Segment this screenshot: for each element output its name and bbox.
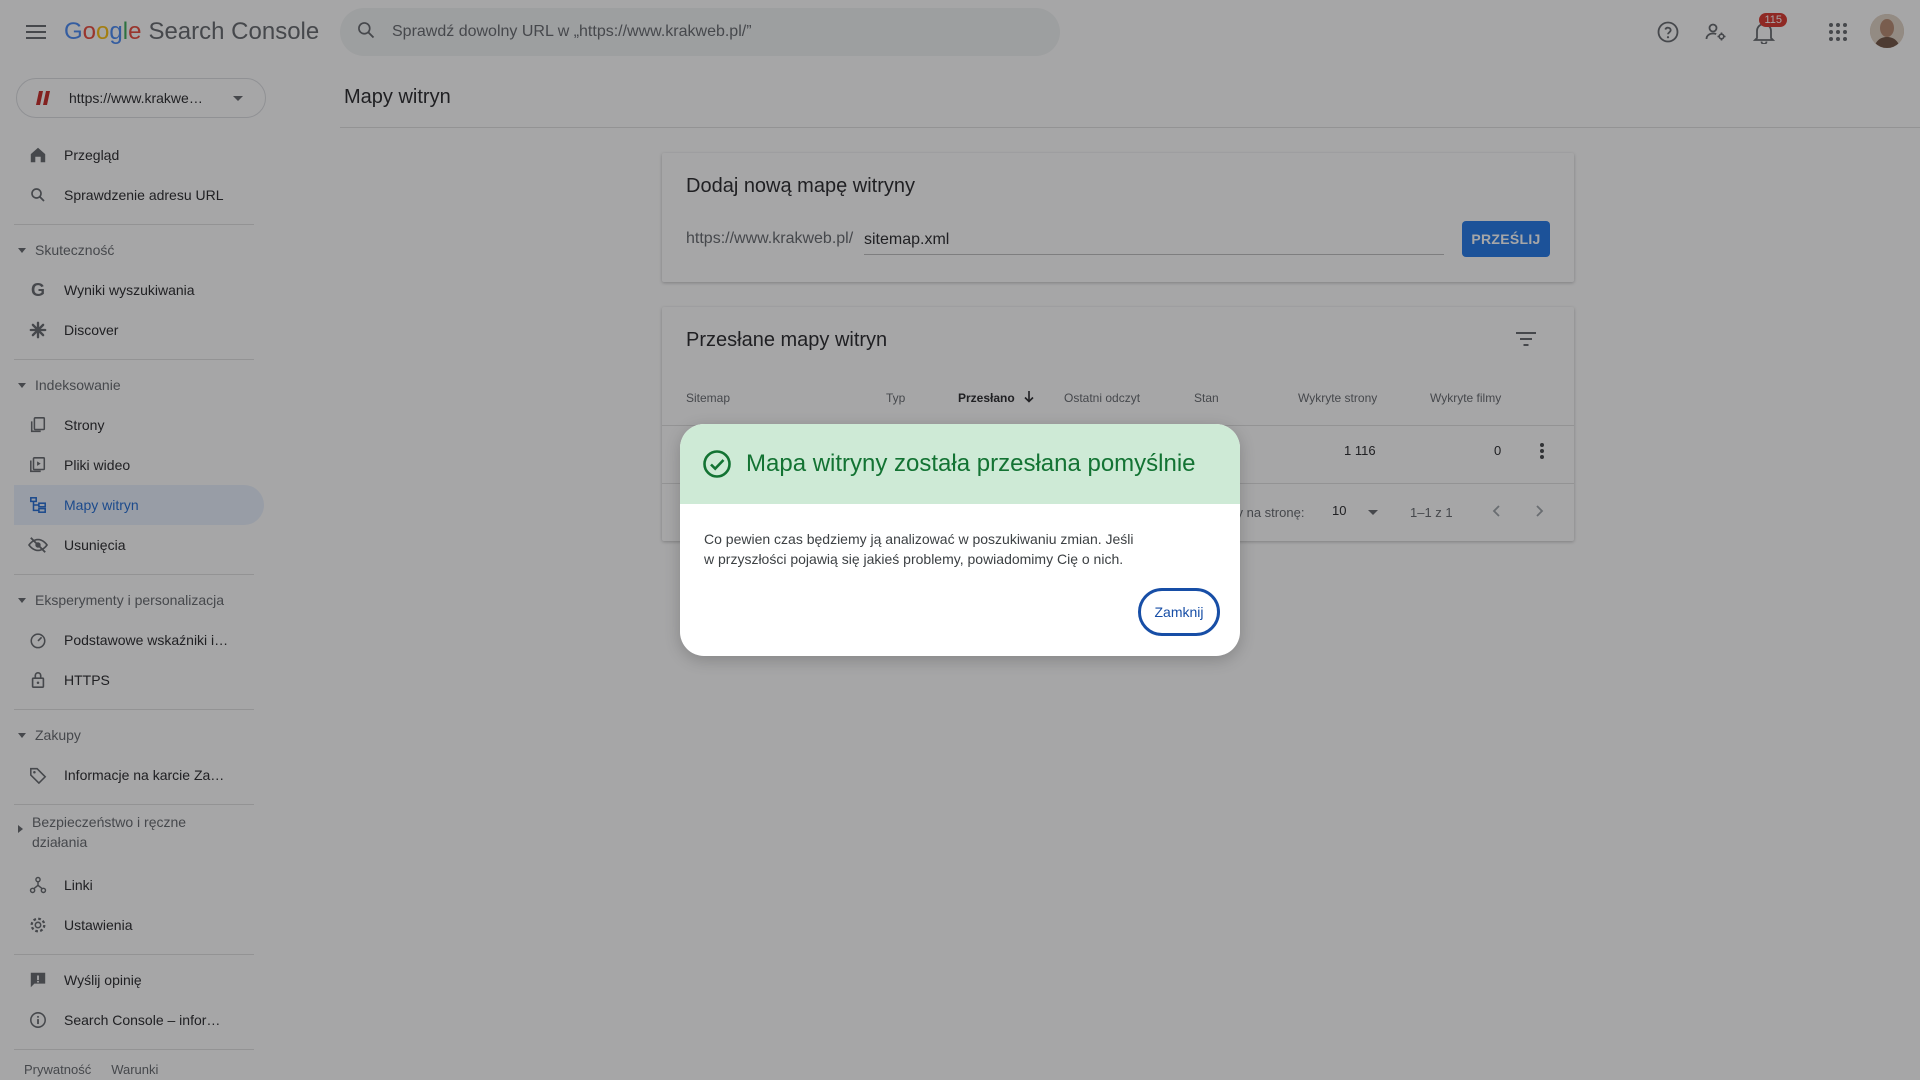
check-circle-icon [702,449,732,479]
success-dialog: Mapa witryny została przesłana pomyślnie… [680,424,1240,656]
dialog-body: Co pewien czas będziemy ją analizować w … [704,529,1204,569]
dialog-body-line: Co pewien czas będziemy ją analizować w … [704,531,1134,547]
dialog-header: Mapa witryny została przesłana pomyślnie [680,424,1240,504]
dialog-title: Mapa witryny została przesłana pomyślnie [746,450,1196,477]
close-dialog-button[interactable]: Zamknij [1138,588,1220,636]
dialog-body-line: w przyszłości pojawią się jakieś problem… [704,551,1124,567]
